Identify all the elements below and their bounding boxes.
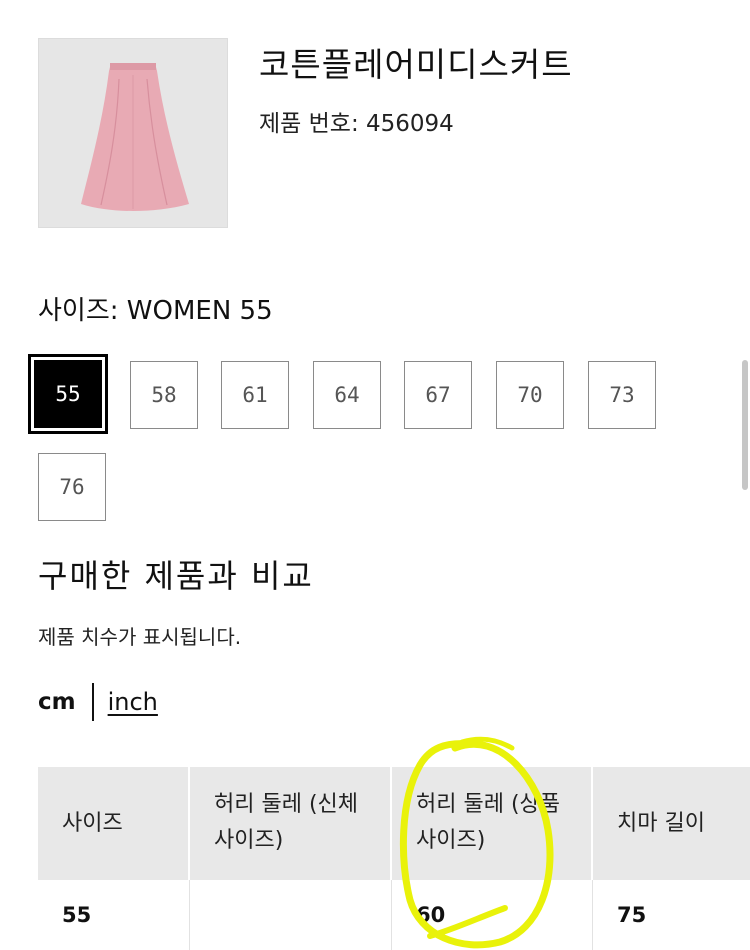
table-header-waist-body: 허리 둘레 (신체 사이즈) xyxy=(190,767,392,880)
product-number: 제품 번호: 456094 xyxy=(259,111,454,137)
table-header-waist-product: 허리 둘레 (상품 사이즈) xyxy=(392,767,593,880)
table-cell-waist-body xyxy=(190,880,392,950)
table-cell-size: 55 xyxy=(38,880,190,950)
table-cell-skirt-length: 75 xyxy=(617,903,647,927)
size-option-64[interactable]: 64 xyxy=(313,361,381,429)
product-image xyxy=(38,38,228,228)
size-option-67[interactable]: 67 xyxy=(404,361,472,429)
size-option-73[interactable]: 73 xyxy=(588,361,656,429)
size-label: 사이즈: WOMEN 55 xyxy=(38,296,273,326)
size-table: 사이즈 허리 둘레 (신체 사이즈) 허리 둘레 (상품 사이즈) 치마 길이 … xyxy=(38,767,750,950)
compare-heading: 구매한 제품과 비교 xyxy=(38,557,314,595)
table-cell-waist-product: 60 xyxy=(392,880,593,950)
scrollbar-thumb[interactable] xyxy=(742,360,748,490)
size-option-61[interactable]: 61 xyxy=(221,361,289,429)
product-title: 코튼플레어미디스커트 xyxy=(259,45,573,84)
unit-inch-link[interactable]: inch xyxy=(108,688,158,716)
table-header-skirt-length: 치마 길이 xyxy=(617,810,705,836)
unit-cm-option[interactable]: cm xyxy=(38,689,76,715)
size-option-58[interactable]: 58 xyxy=(130,361,198,429)
size-option-70[interactable]: 70 xyxy=(496,361,564,429)
size-option-76[interactable]: 76 xyxy=(38,453,106,521)
table-header-size: 사이즈 xyxy=(38,767,190,880)
unit-divider xyxy=(91,683,94,721)
compare-subtext: 제품 치수가 표시됩니다. xyxy=(38,625,242,649)
table-header-row: 사이즈 허리 둘레 (신체 사이즈) 허리 둘레 (상품 사이즈) 치마 길이 xyxy=(38,767,750,880)
size-option-55[interactable]: 55 xyxy=(34,360,102,428)
unit-toggle: cm inch xyxy=(38,683,158,721)
pink-flare-skirt-image xyxy=(39,39,227,227)
table-row: 55 60 75 xyxy=(38,880,750,950)
